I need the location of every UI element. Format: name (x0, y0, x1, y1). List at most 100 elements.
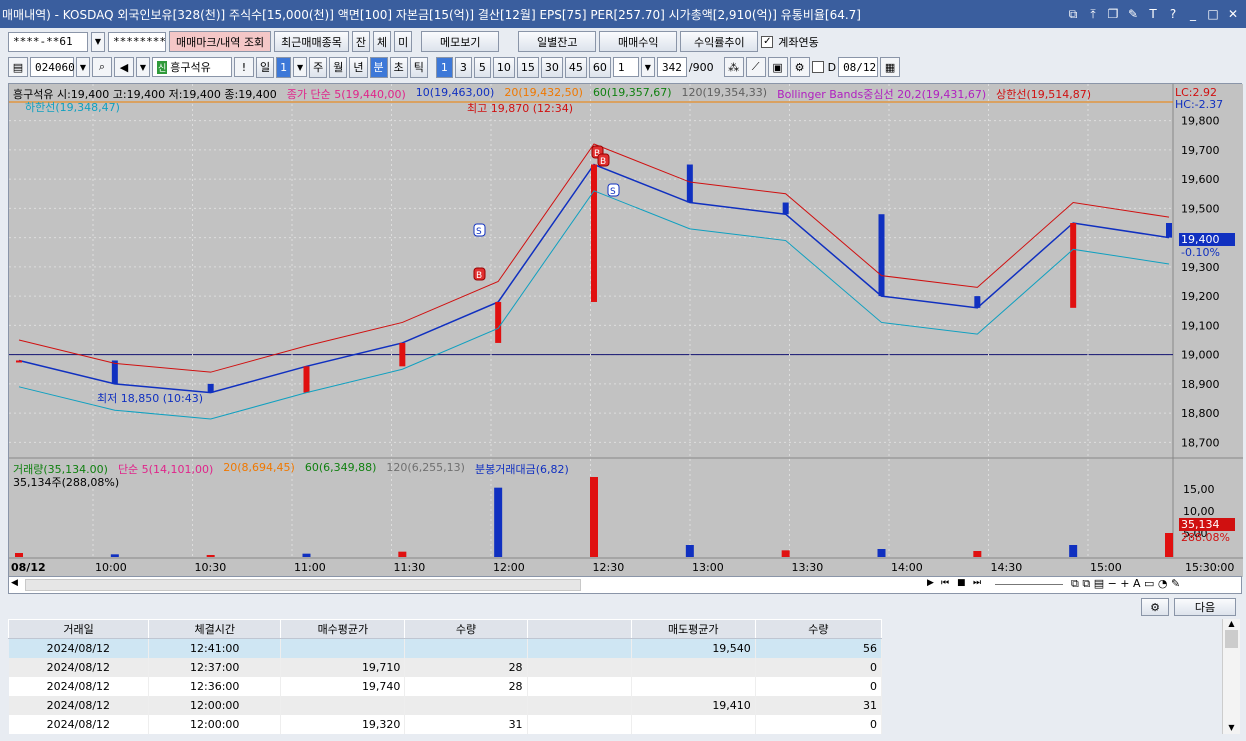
pin-icon[interactable]: ⤒ (1086, 7, 1100, 22)
x-tick-label: 14:30 (991, 561, 1023, 574)
stock-name-field[interactable]: 신 흥구석유 (152, 57, 232, 77)
period-month-button[interactable]: 월 (329, 56, 348, 78)
close-icon[interactable]: ✕ (1226, 7, 1240, 22)
period-day-button[interactable]: 일 (256, 56, 275, 78)
linked-checkbox[interactable]: ✓ (761, 35, 774, 48)
max-count-label: /900 (688, 60, 714, 74)
link-icon[interactable]: ⧉ (1066, 7, 1080, 22)
minute-45-button[interactable]: 45 (564, 56, 587, 78)
chart-panel[interactable]: 19,800 19,700 19,600 19,500 19,400 19,300 19,2… (8, 83, 1243, 577)
search-icon[interactable]: ⌕ (92, 57, 112, 77)
chevron-down-icon[interactable]: ▼ (76, 57, 90, 77)
table-row[interactable]: 2024/08/12 12:37:00 19,710 28 0 (8, 657, 883, 677)
period-day-value[interactable]: 1 (276, 56, 292, 78)
push-pin-icon[interactable]: ✎ (1126, 7, 1140, 22)
toolbar-icons[interactable]: ⧉ ⧉ ▤ − + A ▭ ◔ ✎ (1071, 577, 1180, 591)
x-tick-label: 10:30 (195, 561, 227, 574)
zoom-slider[interactable] (995, 584, 1063, 585)
table-row[interactable]: 2024/08/12 12:41:00 19,540 56 (8, 638, 883, 658)
chart-type-icon[interactable]: ▤ (8, 57, 28, 77)
table-header[interactable] (526, 619, 632, 639)
volume-bar (685, 545, 694, 557)
save-icon[interactable]: ▣ (767, 57, 788, 77)
period-second-button[interactable]: 초 (389, 56, 408, 78)
table-cell (527, 657, 632, 677)
table-cell (280, 695, 406, 715)
trade-mark-query-button[interactable]: 매매마크/내역 조회 (169, 31, 272, 52)
volume-legend-item: 120(6,255,13) (386, 461, 465, 474)
restore-icon[interactable]: ❐ (1106, 7, 1120, 22)
indicator-icon[interactable]: ⁂ (723, 57, 744, 77)
minimize-icon[interactable]: _ (1186, 7, 1200, 22)
period-minute-button[interactable]: 분 (369, 56, 388, 78)
y-tick-label: 18,700 (1181, 436, 1220, 449)
play-icon[interactable]: ▶ (927, 578, 934, 588)
scroll-left-icon[interactable]: ◀ (11, 578, 18, 588)
table-header[interactable]: 매수평균가 (280, 619, 406, 639)
next-button[interactable]: 다음 (1174, 598, 1236, 616)
table-row[interactable]: 2024/08/12 12:00:00 19,320 31 0 (8, 714, 883, 734)
chart-scrollbar[interactable]: ◀ ▶ ⏮ ■ ⏭ ⧉ ⧉ ▤ − + A ▭ ◔ ✎ (8, 576, 1242, 594)
minute-30-button[interactable]: 30 (540, 56, 563, 78)
alert-icon[interactable]: ! (234, 57, 254, 77)
minute-60-button[interactable]: 60 (588, 56, 611, 78)
code-input[interactable]: 024060 (30, 57, 75, 77)
speaker-icon[interactable]: ◀ (114, 57, 134, 77)
period-year-button[interactable]: 년 (349, 56, 368, 78)
unfilled-button[interactable]: 미 (394, 31, 413, 52)
table-row[interactable]: 2024/08/12 12:36:00 19,740 28 0 (8, 676, 883, 696)
date-input[interactable]: 08/12 (838, 57, 879, 77)
interval-input[interactable]: 1 (612, 57, 639, 77)
help-icon[interactable]: ? (1166, 7, 1180, 22)
minute-15-button[interactable]: 15 (516, 56, 539, 78)
font-icon[interactable]: T (1146, 7, 1160, 22)
table-header[interactable]: 매도평균가 (630, 619, 756, 639)
memo-button[interactable]: 메모보기 (421, 31, 500, 52)
volume-bar (1069, 545, 1078, 557)
count-input[interactable]: 342 (656, 57, 687, 77)
table-scrollbar[interactable]: ▲ ▼ (1222, 619, 1240, 734)
maximize-icon[interactable]: □ (1206, 7, 1220, 22)
minute-10-button[interactable]: 10 (492, 56, 515, 78)
drawing-icon[interactable]: ⟋ (745, 57, 766, 77)
recent-trade-button[interactable]: 최근매매종목 (274, 31, 349, 52)
table-header[interactable]: 체결시간 (148, 619, 282, 639)
forward-icon[interactable]: ⏭ (973, 578, 981, 588)
table-header[interactable]: 수량 (404, 619, 528, 639)
daily-balance-button[interactable]: 일별잔고 (518, 31, 597, 52)
scroll-down-icon[interactable]: ▼ (1223, 723, 1240, 732)
table-header[interactable]: 거래일 (7, 619, 150, 639)
gear-icon[interactable]: ⚙ (789, 57, 810, 77)
stop-icon[interactable]: ■ (957, 578, 966, 588)
chevron-down-icon[interactable]: ▼ (293, 57, 308, 77)
minute-5-button[interactable]: 5 (473, 56, 491, 78)
chevron-down-icon[interactable]: ▼ (91, 31, 105, 52)
scroll-thumb[interactable] (25, 579, 581, 591)
table-header[interactable]: 수량 (754, 619, 883, 639)
date-checkbox[interactable] (811, 61, 824, 73)
trade-marker-label: S (476, 227, 482, 237)
volume-bar (781, 550, 790, 557)
table-cell (404, 695, 528, 715)
minute-1-button[interactable]: 1 (435, 56, 453, 78)
chevron-down-icon[interactable]: ▼ (136, 57, 150, 77)
rewind-icon[interactable]: ⏮ (941, 578, 949, 588)
table-row[interactable]: 2024/08/12 12:00:00 19,410 31 (8, 695, 883, 715)
scroll-up-icon[interactable]: ▲ (1223, 619, 1240, 628)
scroll-thumb[interactable] (1225, 630, 1238, 648)
balance-button[interactable]: 잔 (351, 31, 371, 52)
period-tick-button[interactable]: 틱 (409, 56, 428, 78)
price-volume-chart[interactable]: 19,800 19,700 19,600 19,500 19,400 19,300 19,2… (9, 84, 1243, 577)
volume-sub-label: 35,134주(288,08%) (13, 476, 120, 489)
filled-button[interactable]: 체 (373, 31, 392, 52)
period-week-button[interactable]: 주 (309, 56, 328, 78)
trade-profit-button[interactable]: 매매수익 (599, 31, 678, 52)
table-cell (527, 638, 632, 658)
minute-3-button[interactable]: 3 (454, 56, 472, 78)
chevron-down-icon[interactable]: ▼ (640, 57, 655, 77)
return-trend-button[interactable]: 수익률추이 (680, 31, 759, 52)
gear-icon[interactable]: ⚙ (1141, 598, 1169, 616)
account-input[interactable]: ****-**61 (8, 31, 88, 52)
calendar-icon[interactable]: ▦ (880, 57, 901, 77)
password-input[interactable]: ******** (108, 31, 166, 52)
